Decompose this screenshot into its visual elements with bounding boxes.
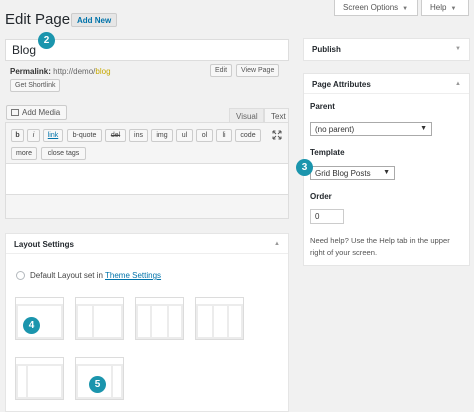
editor-statusbar <box>6 194 288 218</box>
layout-option-sidebar-right[interactable] <box>195 297 244 340</box>
triangle-toggle-icon[interactable]: ▼ <box>455 46 461 52</box>
get-shortlink-button[interactable]: Get Shortlink <box>10 79 61 92</box>
help-text: Need help? Use the Help tab in the upper… <box>310 235 450 259</box>
page-attributes-title: Page Attributes <box>312 80 371 89</box>
caret-down-icon: ▼ <box>450 6 457 12</box>
view-page-button[interactable]: View Page <box>236 64 280 77</box>
caret-down-icon: ▼ <box>383 169 390 176</box>
quicktags-toolbar: b i link b-quote del ins img ul ol li co… <box>6 123 288 164</box>
quicktag-more-button[interactable]: more <box>11 147 37 160</box>
template-select[interactable]: Grid Blog Posts ▼ <box>310 166 395 180</box>
quicktag-link-button[interactable]: link <box>43 129 63 142</box>
publish-box: Publish ▼ <box>303 38 470 61</box>
quicktag-ol-button[interactable]: ol <box>196 129 213 142</box>
add-media-button[interactable]: Add Media <box>6 105 67 120</box>
publish-header[interactable]: Publish ▼ <box>304 39 469 59</box>
layout-settings-title: Layout Settings <box>14 240 75 249</box>
screen-options-button[interactable]: Screen Options ▼ <box>334 0 418 16</box>
add-new-button[interactable]: Add New <box>71 13 118 27</box>
quicktag-bold-button[interactable]: b <box>11 129 24 142</box>
quicktag-bquote-button[interactable]: b-quote <box>67 129 102 142</box>
order-label: Order <box>310 192 332 201</box>
help-button[interactable]: Help ▼ <box>421 0 469 16</box>
quicktag-italic-button[interactable]: i <box>27 129 40 142</box>
help-text-line: Need help? Use the Help tab in the upper <box>310 236 450 245</box>
quicktag-close-tags-button[interactable]: close tags <box>41 147 86 160</box>
caret-down-icon: ▼ <box>420 125 427 132</box>
quicktag-li-button[interactable]: li <box>216 129 232 142</box>
layout-settings-header[interactable]: Layout Settings ▲ <box>6 234 288 254</box>
triangle-toggle-icon[interactable]: ▲ <box>455 81 461 87</box>
default-layout-label: Default Layout set in Theme Settings <box>30 271 161 280</box>
quicktag-ul-button[interactable]: ul <box>176 129 193 142</box>
edit-permalink-button[interactable]: Edit <box>210 64 233 77</box>
quicktag-del-button[interactable]: del <box>105 129 126 142</box>
layout-option-split-left[interactable] <box>15 357 64 400</box>
tab-text[interactable]: Text <box>264 108 289 123</box>
caret-down-icon: ▼ <box>402 6 409 12</box>
layout-option-sidebar-left[interactable] <box>75 297 124 340</box>
publish-title: Publish <box>312 45 341 54</box>
permalink-row: Permalink: http://demo/blog <box>10 67 111 76</box>
triangle-toggle-icon[interactable]: ▲ <box>274 241 280 247</box>
template-label: Template <box>310 148 345 157</box>
order-input[interactable]: 0 <box>310 209 344 224</box>
default-layout-radio[interactable] <box>16 271 25 280</box>
theme-settings-link[interactable]: Theme Settings <box>105 271 161 280</box>
fullscreen-icon[interactable] <box>272 130 282 142</box>
media-icon <box>11 109 19 116</box>
permalink-label: Permalink: <box>10 67 51 76</box>
permalink-base: http://demo/ <box>53 67 96 76</box>
permalink-slug[interactable]: blog <box>95 67 110 76</box>
page-attributes-header[interactable]: Page Attributes ▲ <box>304 74 469 94</box>
quicktag-ins-button[interactable]: ins <box>129 129 148 142</box>
step-badge: 3 <box>296 159 313 176</box>
quicktag-code-button[interactable]: code <box>235 129 261 142</box>
layout-option-three-column[interactable] <box>135 297 184 340</box>
screen-options-label: Screen Options <box>343 3 399 12</box>
help-text-line: right of your screen. <box>310 248 378 257</box>
template-select-value: Grid Blog Posts <box>315 169 371 178</box>
help-label: Help <box>430 3 447 12</box>
quicktag-img-button[interactable]: img <box>151 129 173 142</box>
step-badge: 5 <box>89 376 106 393</box>
tab-visual[interactable]: Visual <box>229 108 264 123</box>
add-media-label: Add Media <box>22 108 61 117</box>
default-layout-text: Default Layout set in <box>30 271 103 280</box>
layout-option-full-width[interactable] <box>15 297 64 340</box>
parent-select-value: (no parent) <box>315 125 355 134</box>
parent-label: Parent <box>310 102 335 111</box>
step-badge: 4 <box>23 317 40 334</box>
content-editor[interactable]: b i link b-quote del ins img ul ol li co… <box>5 122 289 219</box>
step-badge: 2 <box>38 32 55 49</box>
page-title: Edit Page <box>5 11 71 28</box>
parent-select[interactable]: (no parent) ▼ <box>310 122 432 136</box>
